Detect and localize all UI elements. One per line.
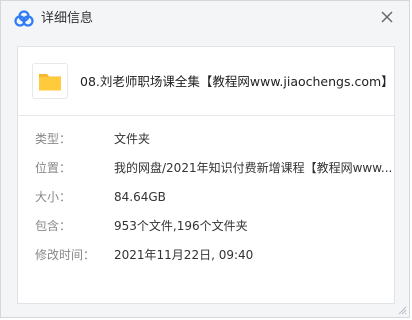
dialog-title: 详细信息 [41, 11, 94, 26]
modified-label: 修改时间： [35, 248, 96, 262]
modified-value: 2021年11月22日, 09:40 [114, 248, 254, 262]
contains-label: 包含： [35, 219, 72, 233]
detail-row-type: 类型： 文件夹 [18, 130, 394, 148]
detail-row-size: 大小： 84.64GB [18, 188, 394, 206]
size-value: 84.64GB [114, 190, 166, 204]
contains-value: 953个文件,196个文件夹 [114, 219, 248, 233]
location-value[interactable]: 我的网盘/2021年知识付费新增课程【教程网www... [114, 159, 392, 177]
file-name: 08.刘老师职场课全集【教程网www.jiaochengs.com】 [80, 74, 394, 89]
details-panel: 08.刘老师职场课全集【教程网www.jiaochengs.com】 类型： 文… [17, 46, 395, 304]
close-icon[interactable] [377, 7, 397, 27]
resize-grip-icon[interactable] [397, 305, 407, 315]
divider [18, 115, 394, 116]
details-dialog: 详细信息 08.刘老师职场课全集【教程网www.jiaochengs.com】 … [0, 0, 410, 318]
location-label: 位置： [35, 161, 72, 175]
detail-row-location: 位置： 我的网盘/2021年知识付费新增课程【教程网www... [18, 159, 394, 177]
detail-row-modified: 修改时间： 2021年11月22日, 09:40 [18, 246, 394, 264]
folder-icon [39, 74, 61, 91]
type-value: 文件夹 [114, 132, 151, 146]
file-thumbnail [32, 63, 68, 99]
baidu-netdisk-logo-icon [14, 10, 34, 27]
type-label: 类型： [35, 132, 72, 146]
size-label: 大小： [35, 190, 72, 204]
title-bar[interactable]: 详细信息 [1, 1, 409, 37]
detail-row-contains: 包含： 953个文件,196个文件夹 [18, 217, 394, 235]
